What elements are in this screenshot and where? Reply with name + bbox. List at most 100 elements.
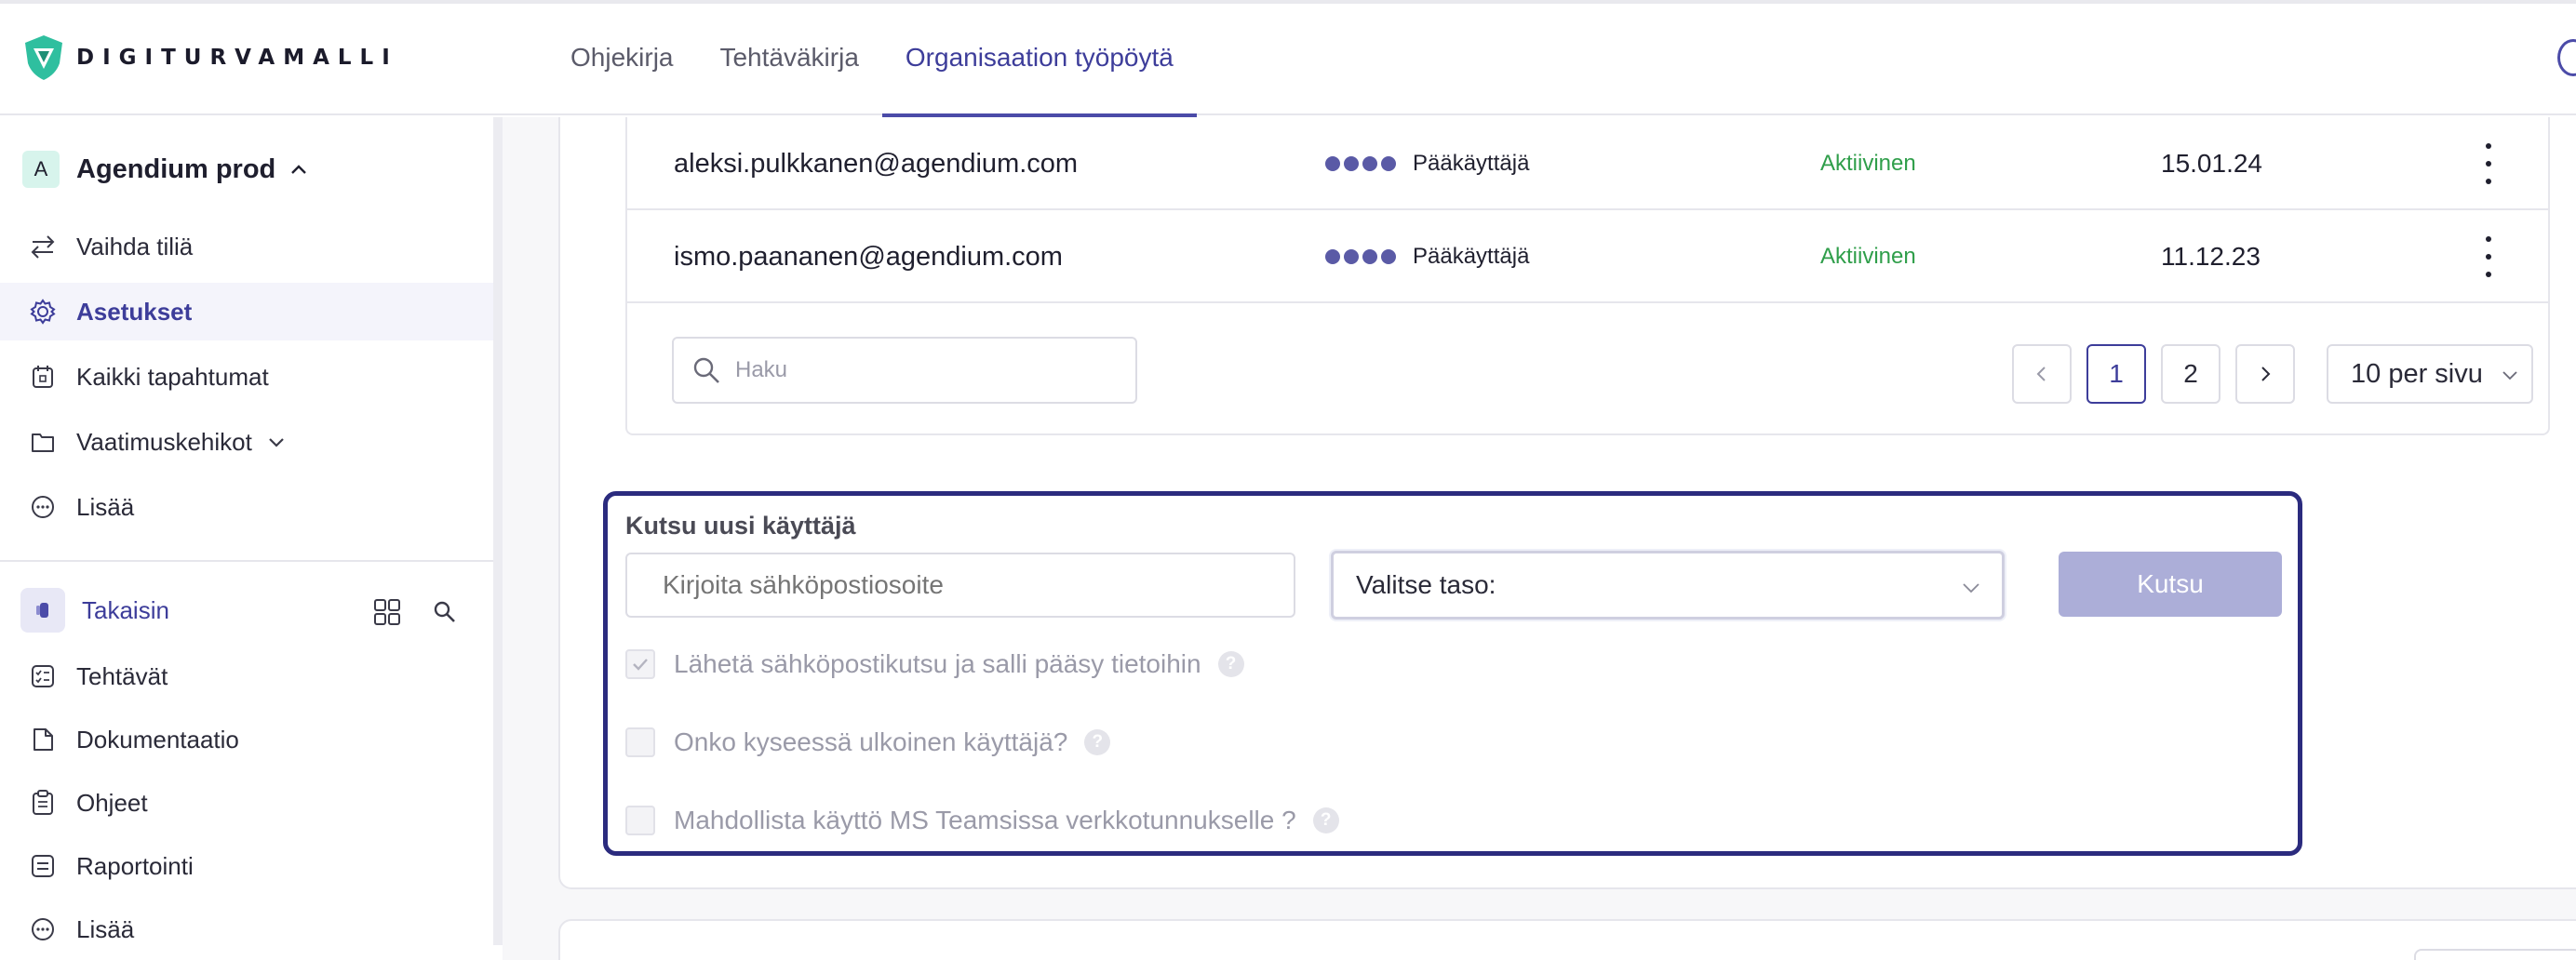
user-role: Pääkäyttäjä bbox=[1325, 210, 1529, 303]
chevron-left-icon bbox=[2036, 367, 2046, 381]
sidebar-tools bbox=[372, 597, 460, 627]
grid-icon[interactable] bbox=[372, 597, 402, 627]
user-avatar-edge[interactable] bbox=[2557, 39, 2576, 76]
sidebar-item-lisaa[interactable]: Lisää bbox=[0, 478, 493, 536]
pagination-prev-button[interactable] bbox=[2012, 344, 2072, 404]
search-placeholder: Haku bbox=[735, 357, 788, 382]
status-label: Aktiivinen bbox=[1820, 151, 1916, 176]
per-page-select[interactable]: 10 per sivu bbox=[2327, 344, 2533, 404]
sidebar-item-label: Lisää bbox=[76, 914, 135, 943]
sidebar-item-label: Dokumentaatio bbox=[76, 725, 239, 753]
document-icon bbox=[28, 725, 58, 754]
sidebar-item-label: Ohjeet bbox=[76, 788, 148, 817]
user-date: 11.12.23 bbox=[2161, 242, 2261, 271]
chevron-up-icon bbox=[291, 165, 307, 174]
search-icon bbox=[693, 357, 719, 383]
sidebar-item-label: Vaatimuskehikot bbox=[76, 427, 252, 456]
sidebar-item-ohjeet[interactable]: Ohjeet bbox=[0, 774, 493, 832]
brand-logo[interactable]: DIGITURVAMALLI bbox=[22, 30, 398, 86]
sidebar-item-lisaa-2[interactable]: Lisää bbox=[0, 900, 493, 958]
sidebar-item-vaatimuskehikot[interactable]: Vaatimuskehikot bbox=[0, 413, 493, 471]
option-label: Mahdollista käyttö MS Teamsissa verkkotu… bbox=[674, 806, 1296, 834]
option-external-user: Onko kyseessä ulkoinen käyttäjä? ? bbox=[625, 726, 1111, 759]
status-label: Aktiivinen bbox=[1820, 244, 1916, 269]
row-menu-icon[interactable] bbox=[2470, 236, 2507, 277]
option-label: Onko kyseessä ulkoinen käyttäjä? bbox=[674, 727, 1068, 756]
option-send-email-invite: Lähetä sähköpostikutsu ja salli pääsy ti… bbox=[625, 647, 1244, 681]
role-level-dots bbox=[1325, 249, 1396, 264]
per-page-value: 10 per sivu bbox=[2351, 358, 2483, 389]
folder-icon bbox=[28, 427, 58, 457]
sidebar-item-label: Kaikki tapahtumat bbox=[76, 362, 269, 391]
org-name: Agendium prod bbox=[76, 153, 276, 184]
option-label: Lähetä sähköpostikutsu ja salli pääsy ti… bbox=[674, 649, 1201, 678]
org-avatar: A bbox=[22, 151, 60, 188]
user-email: ismo.paananen@agendium.com bbox=[674, 241, 1063, 272]
table-row: ismo.paananen@agendium.com Pääkäyttäjä A… bbox=[627, 210, 2548, 303]
external-user-checkbox[interactable] bbox=[625, 727, 655, 757]
table-row: aleksi.pulkkanen@agendium.com Pääkäyttäj… bbox=[627, 117, 2548, 210]
clipboard-icon bbox=[28, 788, 58, 818]
role-label: Pääkäyttäjä bbox=[1413, 151, 1530, 176]
chevron-right-icon bbox=[2261, 367, 2271, 381]
chevron-down-icon bbox=[269, 438, 284, 447]
task-list-icon bbox=[28, 661, 58, 691]
ms-teams-checkbox[interactable] bbox=[625, 806, 655, 835]
user-search-field[interactable]: Haku bbox=[672, 337, 1137, 404]
header-top-border bbox=[0, 0, 2576, 4]
report-icon bbox=[28, 851, 58, 881]
sidebar-item-label: Asetukset bbox=[76, 297, 193, 326]
sidebar-item-label: Raportointi bbox=[76, 851, 194, 880]
help-icon[interactable]: ? bbox=[1217, 651, 1244, 677]
sidebar-item-label: Tehtävät bbox=[76, 661, 168, 690]
role-label: Pääkäyttäjä bbox=[1413, 244, 1530, 269]
sidebar-scrollbar[interactable] bbox=[493, 117, 503, 945]
invite-button[interactable]: Kutsu bbox=[2059, 552, 2282, 617]
next-section-button[interactable] bbox=[2414, 949, 2576, 960]
pagination-page-2[interactable]: 2 bbox=[2161, 344, 2220, 404]
sidebar-item-dokumentaatio[interactable]: Dokumentaatio bbox=[0, 711, 493, 768]
chevron-down-icon bbox=[2502, 371, 2517, 380]
search-icon[interactable] bbox=[430, 597, 460, 627]
main-tabs: Ohjekirja Tehtäväkirja Organisaation työ… bbox=[547, 0, 1197, 117]
invite-title: Kutsu uusi käyttäjä bbox=[625, 512, 856, 540]
org-switcher[interactable]: A Agendium prod bbox=[22, 151, 311, 188]
role-level-dots bbox=[1325, 156, 1396, 171]
sidebar-item-kaikki-tapahtumat[interactable]: Kaikki tapahtumat bbox=[0, 348, 493, 406]
user-role: Pääkäyttäjä bbox=[1325, 117, 1529, 210]
option-ms-teams: Mahdollista käyttö MS Teamsissa verkkotu… bbox=[625, 804, 1339, 837]
switch-arrows-icon bbox=[28, 232, 58, 261]
tab-ohjekirja[interactable]: Ohjekirja bbox=[547, 0, 696, 115]
pagination-page-1[interactable]: 1 bbox=[2086, 344, 2146, 404]
user-date: 15.01.24 bbox=[2161, 149, 2262, 178]
sidebar-item-label: Lisää bbox=[76, 492, 135, 521]
access-level-select[interactable]: Valitse taso: bbox=[1331, 551, 2005, 620]
sidebar-item-asetukset[interactable]: Asetukset bbox=[0, 283, 493, 340]
send-email-checkbox[interactable] bbox=[625, 649, 655, 679]
invite-email-input[interactable] bbox=[625, 553, 1295, 618]
brand-name: DIGITURVAMALLI bbox=[76, 46, 398, 70]
more-circle-icon bbox=[28, 492, 58, 522]
sidebar-item-vaihda-tilia[interactable]: Vaihda tiliä bbox=[0, 218, 493, 275]
back-label: Takaisin bbox=[82, 595, 169, 624]
gear-icon bbox=[28, 297, 58, 327]
top-header: DIGITURVAMALLI Ohjekirja Tehtäväkirja Or… bbox=[0, 0, 2576, 117]
sidebar-divider bbox=[0, 560, 493, 562]
tab-organisaation-tyopoyta[interactable]: Organisaation työpöytä bbox=[881, 0, 1197, 117]
sidebar-item-raportointi[interactable]: Raportointi bbox=[0, 837, 493, 895]
sidebar-item-label: Vaihda tiliä bbox=[76, 232, 194, 260]
tab-tehtavakirja[interactable]: Tehtäväkirja bbox=[696, 0, 881, 115]
more-circle-icon bbox=[28, 914, 58, 944]
shield-logo-icon bbox=[25, 35, 62, 80]
row-menu-icon[interactable] bbox=[2470, 143, 2507, 184]
check-icon bbox=[633, 659, 648, 671]
user-email: aleksi.pulkkanen@agendium.com bbox=[674, 148, 1079, 179]
sidebar-item-tehtavat[interactable]: Tehtävät bbox=[0, 647, 493, 705]
calendar-icon bbox=[28, 362, 58, 392]
access-level-placeholder: Valitse taso: bbox=[1356, 570, 1496, 599]
back-link[interactable]: Takaisin bbox=[20, 588, 169, 633]
help-icon[interactable]: ? bbox=[1312, 807, 1339, 833]
help-icon[interactable]: ? bbox=[1084, 729, 1111, 755]
pagination-next-button[interactable] bbox=[2235, 344, 2295, 404]
sidebar: A Agendium prod Vaihda tiliä Asetukset K… bbox=[0, 117, 495, 960]
